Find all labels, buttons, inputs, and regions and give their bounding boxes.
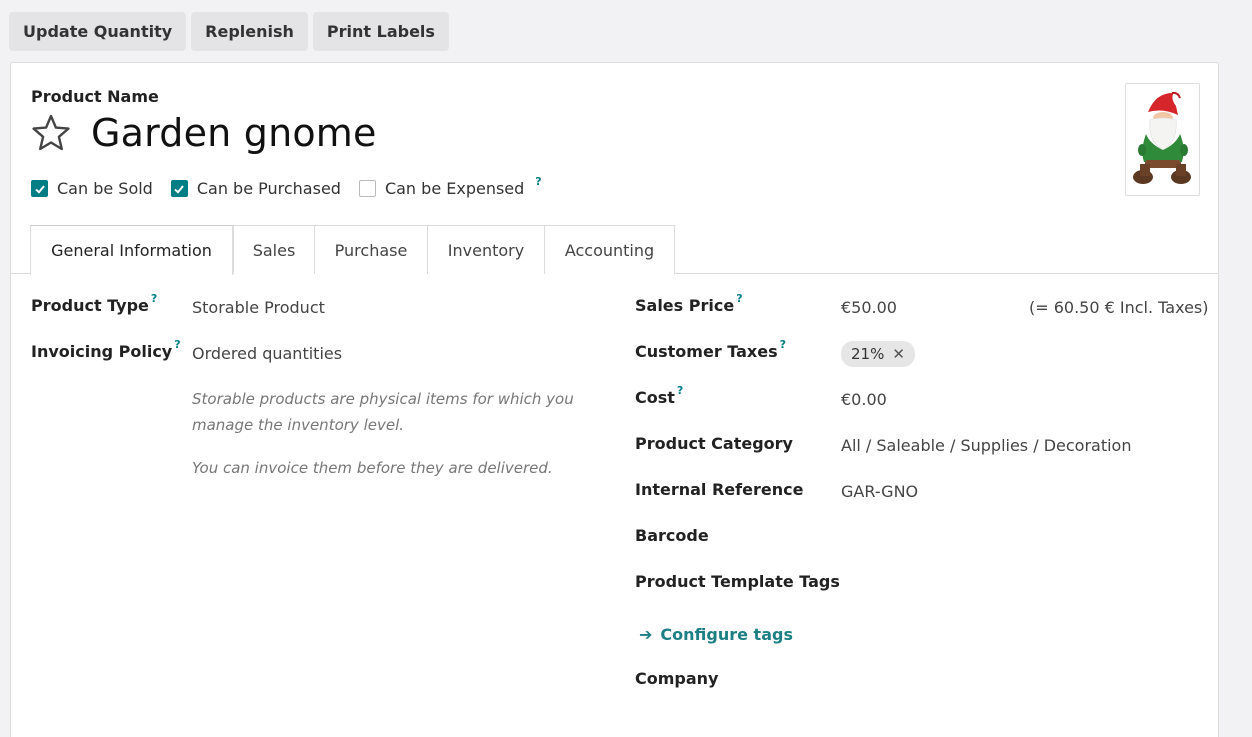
replenish-button[interactable]: Replenish: [191, 12, 308, 51]
form-tabs: General Information Sales Purchase Inven…: [11, 225, 1218, 275]
sales-price-value[interactable]: €50.00: [841, 298, 897, 317]
help-tooltip-icon[interactable]: ?: [535, 175, 541, 188]
product-category-field: Product Category: [635, 434, 793, 453]
tab-accounting[interactable]: Accounting: [544, 225, 675, 274]
invoicing-policy-label: Invoicing Policy: [31, 342, 173, 361]
checkbox-checked-icon: [31, 180, 48, 197]
action-toolbar: Update Quantity Replenish Print Labels: [9, 12, 449, 51]
sales-price-label: Sales Price: [635, 296, 735, 315]
garden-gnome-image: [1133, 91, 1191, 184]
storable-product-note: Storable products are physical items for…: [192, 390, 574, 434]
product-title[interactable]: Garden gnome: [91, 111, 377, 155]
product-category-value[interactable]: All / Saleable / Supplies / Decoration: [841, 436, 1131, 455]
star-outline-icon[interactable]: [31, 113, 71, 153]
can-be-purchased-checkbox[interactable]: Can be Purchased: [170, 179, 341, 198]
product-flags: Can be Sold Can be Purchased Can be Expe…: [31, 175, 542, 198]
tax-tag[interactable]: 21% ✕: [841, 341, 915, 367]
tab-purchase[interactable]: Purchase: [314, 225, 428, 274]
invoicing-policy-value[interactable]: Ordered quantities: [192, 344, 342, 363]
checkbox-checked-icon: [170, 180, 188, 197]
tab-inventory[interactable]: Inventory: [427, 225, 545, 274]
product-type-value[interactable]: Storable Product: [192, 298, 325, 317]
internal-reference-value[interactable]: GAR-GNO: [841, 482, 918, 501]
remove-tag-icon[interactable]: ✕: [892, 345, 905, 363]
help-tooltip-icon[interactable]: ?: [677, 384, 683, 397]
print-labels-button[interactable]: Print Labels: [312, 12, 449, 51]
template-tags-label: Product Template Tags: [635, 572, 840, 591]
tax-tag-label: 21%: [851, 345, 885, 363]
product-category-label: Product Category: [635, 434, 793, 453]
tab-general-information[interactable]: General Information: [30, 225, 233, 275]
can-be-purchased-label: Can be Purchased: [196, 179, 341, 198]
update-quantity-button[interactable]: Update Quantity: [9, 12, 187, 51]
sales-price-field: Sales Price ?: [635, 292, 743, 315]
template-tags-field: Product Template Tags: [635, 572, 840, 591]
customer-taxes-label: Customer Taxes: [635, 342, 778, 361]
invoicing-policy-field: Invoicing Policy ?: [31, 338, 181, 361]
sales-price-incl-taxes: (= 60.50 € Incl. Taxes): [1029, 298, 1209, 317]
can-be-expensed-checkbox[interactable]: Can be Expensed ?: [358, 175, 542, 198]
arrow-right-icon: ➔: [639, 625, 653, 644]
checkbox-unchecked-icon: [358, 180, 376, 197]
can-be-sold-checkbox[interactable]: Can be Sold: [31, 179, 153, 198]
customer-taxes-field: Customer Taxes ?: [635, 338, 786, 361]
internal-reference-field: Internal Reference: [635, 480, 803, 499]
title-row: Garden gnome: [31, 111, 377, 155]
configure-tags-link[interactable]: ➔ Configure tags: [639, 625, 793, 644]
tab-sales[interactable]: Sales: [233, 225, 315, 274]
internal-reference-label: Internal Reference: [635, 480, 804, 499]
cost-value[interactable]: €0.00: [841, 390, 887, 409]
product-type-label: Product Type: [31, 296, 149, 315]
help-tooltip-icon[interactable]: ?: [780, 338, 786, 351]
product-form-sheet: Product Name Garden gnome Can be Sold Ca…: [10, 62, 1219, 737]
configure-tags-label: Configure tags: [660, 625, 793, 644]
barcode-field: Barcode: [635, 526, 709, 545]
invoice-before-delivery-note: You can invoice them before they are del…: [192, 459, 553, 477]
can-be-expensed-label: Can be Expensed: [384, 179, 525, 198]
can-be-sold-label: Can be Sold: [57, 179, 153, 198]
product-name-label: Product Name: [31, 87, 159, 106]
product-image[interactable]: [1125, 83, 1200, 196]
help-tooltip-icon[interactable]: ?: [736, 292, 742, 305]
help-tooltip-icon[interactable]: ?: [174, 338, 180, 351]
cost-field: Cost ?: [635, 384, 683, 407]
company-label: Company: [635, 669, 719, 688]
product-type-field: Product Type ?: [31, 292, 157, 315]
company-field: Company: [635, 669, 718, 688]
cost-label: Cost: [635, 388, 675, 407]
barcode-label: Barcode: [635, 526, 709, 545]
help-tooltip-icon[interactable]: ?: [151, 292, 157, 305]
